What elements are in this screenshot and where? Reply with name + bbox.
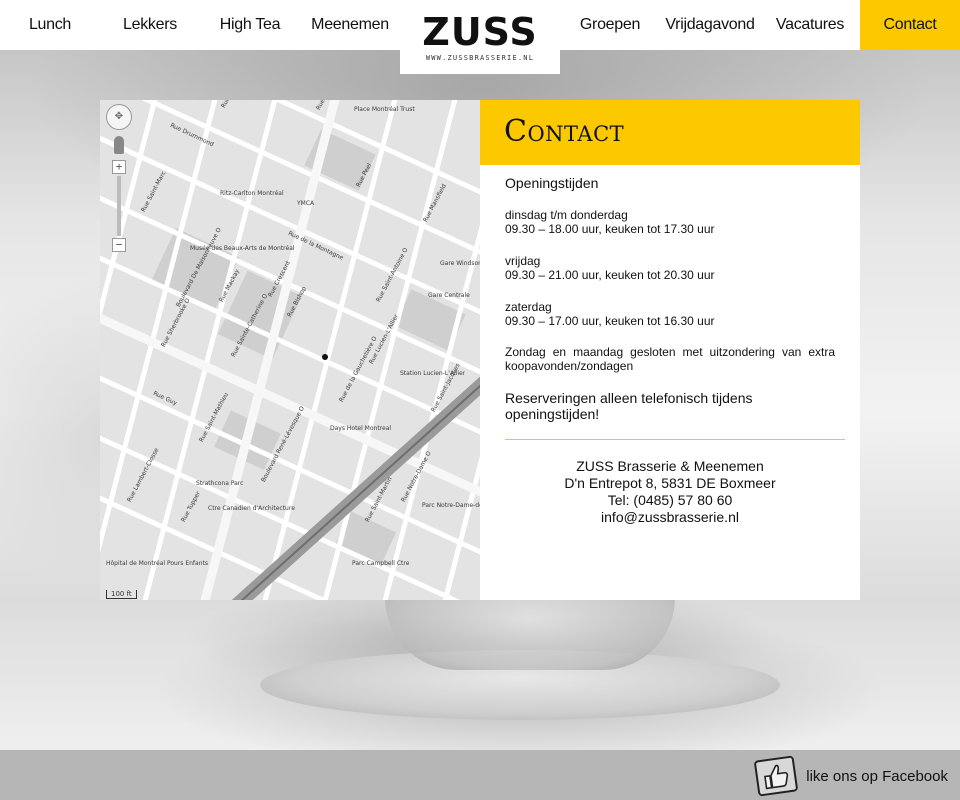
hours-time: 09.30 – 21.00 uur, keuken tot 20.30 uur xyxy=(505,268,715,282)
nav-item-high-tea[interactable]: High Tea xyxy=(200,0,300,50)
map-street-label: Musée des Beaux-Arts de Montréal xyxy=(190,245,295,252)
nav-item-vrijdagavond[interactable]: Vrijdagavond xyxy=(660,0,760,50)
logo[interactable]: ZUSS WWW.ZUSSBRASSERIE.NL xyxy=(400,0,560,74)
closed-notice: Zondag en maandag gesloten met uitzonder… xyxy=(505,345,835,373)
nav-item-contact[interactable]: Contact xyxy=(860,0,960,50)
map-street-label: YMCA xyxy=(297,200,315,207)
zoom-in-button[interactable]: + xyxy=(112,160,126,174)
hours-block: dinsdag t/m donderdag 09.30 – 18.00 uur,… xyxy=(505,208,835,236)
page-title: Contact xyxy=(504,114,625,149)
nav-item-groepen[interactable]: Groepen xyxy=(560,0,660,50)
hours-day: vrijdag xyxy=(505,254,541,268)
pan-control-icon[interactable]: ✥ xyxy=(106,104,132,130)
zoom-slider[interactable] xyxy=(117,176,121,236)
zoom-out-button[interactable]: − xyxy=(112,238,126,252)
hours-day: zaterdag xyxy=(505,300,552,314)
map-street-label: Hôpital de Montréal Pours Enfants xyxy=(106,560,208,567)
nav-item-vacatures[interactable]: Vacatures xyxy=(760,0,860,50)
business-name: ZUSS Brasserie & Meenemen xyxy=(576,458,764,474)
opening-hours-title: Openingstijden xyxy=(505,175,599,191)
street-view-pegman-icon[interactable] xyxy=(114,136,124,154)
map-street-label: Gare Windsor xyxy=(440,260,480,267)
map-controls: ✥ + − xyxy=(106,104,136,264)
hours-time: 09.30 – 17.00 uur, keuken tot 16.30 uur xyxy=(505,314,715,328)
divider xyxy=(505,439,845,440)
email-link[interactable]: info@zussbrasserie.nl xyxy=(505,509,835,526)
nav-item-lekkers[interactable]: Lekkers xyxy=(100,0,200,50)
footer: like ons op Facebook xyxy=(0,750,960,800)
logo-url: WWW.ZUSSBRASSERIE.NL xyxy=(425,54,535,62)
map-street-label: Strathcona Parc xyxy=(196,480,244,487)
map-street-label: Gare Centrale xyxy=(428,292,470,299)
phone-number: Tel: (0485) 57 80 60 xyxy=(607,492,733,508)
logo-wordmark: ZUSS xyxy=(400,10,560,54)
hours-time: 09.30 – 18.00 uur, keuken tot 17.30 uur xyxy=(505,222,715,236)
facebook-like-button[interactable]: like ons op Facebook xyxy=(753,755,948,797)
thumbs-up-icon xyxy=(753,755,799,797)
address-block: ZUSS Brasserie & Meenemen D'n Entrepot 8… xyxy=(505,458,835,526)
nav-item-lunch[interactable]: Lunch xyxy=(0,0,100,50)
contact-body: Openingstijden dinsdag t/m donderdag 09.… xyxy=(480,175,860,526)
hours-day: dinsdag t/m donderdag xyxy=(505,208,628,222)
contact-header: Contact xyxy=(480,100,860,165)
map-street-label: Ctre Canadien d'Architecture xyxy=(208,505,295,512)
facebook-label: like ons op Facebook xyxy=(806,767,948,785)
street-address: D'n Entrepot 8, 5831 DE Boxmeer xyxy=(564,475,776,491)
map-street-label: Place Montréal Trust xyxy=(354,106,415,113)
logo-main-text: ZUSS xyxy=(422,10,538,54)
map-street-label: Station Lucien-L'Allier xyxy=(400,370,466,377)
map-streets xyxy=(100,100,480,600)
nav-item-meenemen[interactable]: Meenemen xyxy=(300,0,400,50)
map[interactable]: ✥ + − 100 ft Rue Sherbrooke ORue Stanley… xyxy=(100,100,480,600)
map-street-label: Days Hotel Montreal xyxy=(330,425,392,432)
teacup-decoration xyxy=(385,598,675,670)
reservation-notice: Reserveringen alleen telefonisch tijdens… xyxy=(505,390,753,422)
hours-block: zaterdag 09.30 – 17.00 uur, keuken tot 1… xyxy=(505,300,835,328)
contact-panel: Contact Openingstijden dinsdag t/m donde… xyxy=(480,100,860,600)
hours-block: vrijdag 09.30 – 21.00 uur, keuken tot 20… xyxy=(505,254,835,282)
map-street-label: Parc Campbell Ctre xyxy=(352,560,410,567)
map-street-label: Parc Notre-Dame-de-Grâce xyxy=(422,502,480,509)
map-street-label: Ritz-Carlton Montréal xyxy=(220,190,284,197)
map-scale: 100 ft xyxy=(106,590,137,599)
